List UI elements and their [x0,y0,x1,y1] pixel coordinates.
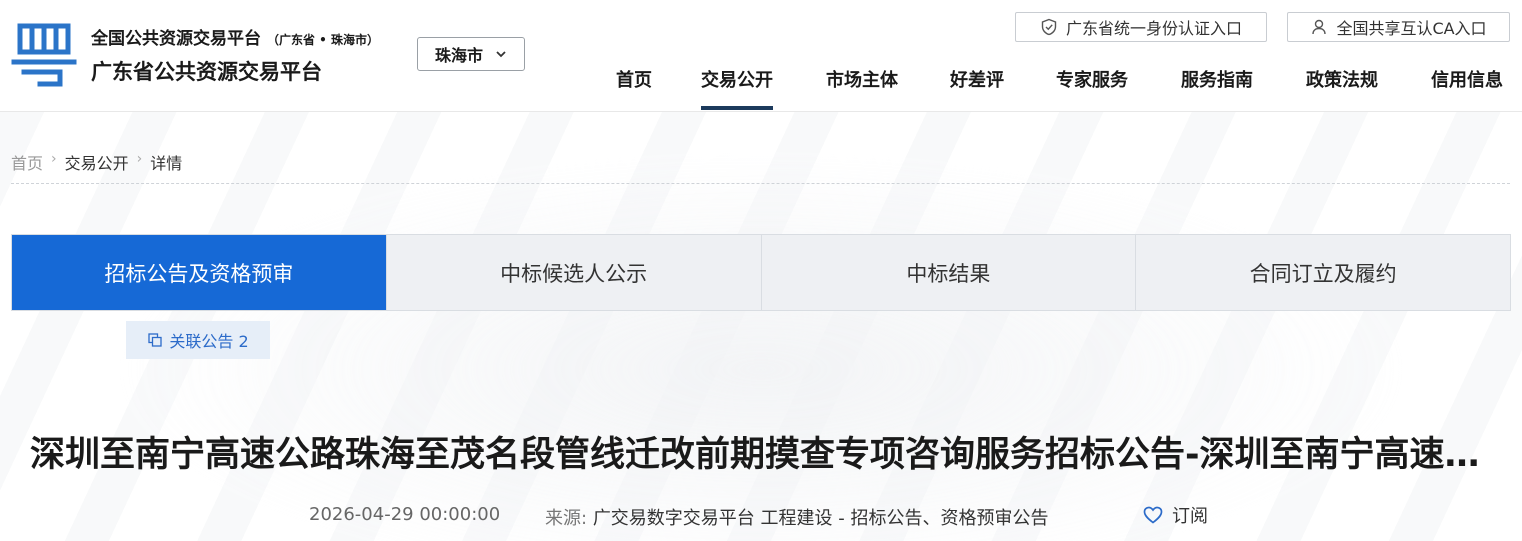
tab-candidate-notice[interactable]: 中标候选人公示 [386,235,762,310]
shield-icon [1041,18,1057,36]
chevron-right-icon: › [51,151,57,167]
related-notices-button[interactable]: 关联公告 2 [126,321,270,359]
tab-award-result[interactable]: 中标结果 [761,235,1137,310]
article-meta: 2026-04-29 00:00:00 来源: 广交易数字交易平台 工程建设 -… [0,502,1522,532]
source-label: 来源: [545,508,588,529]
nav-item-credit-info[interactable]: 信用信息 [1431,60,1503,110]
site-name-national[interactable]: 全国公共资源交易平台 （广东省 • 珠海市） [91,24,379,49]
breadcrumb-home[interactable]: 首页 [11,150,43,174]
nav-item-home[interactable]: 首页 [616,60,652,110]
ca-login-link[interactable]: 全国共享互认CA入口 [1287,12,1510,42]
article-title: 深圳至南宁高速公路珠海至茂名段管线迁改前期摸查专项咨询服务招标公告-深圳至南宁高… [30,435,1492,475]
site-name-national-text: 全国公共资源交易平台 [91,29,261,49]
publish-date: 2026-04-29 00:00:00 [309,504,501,525]
tab-tender-notice[interactable]: 招标公告及资格预审 [12,235,387,310]
nav-item-ratings[interactable]: 好差评 [950,60,1004,110]
source-value: 广交易数字交易平台 工程建设 - 招标公告、资格预审公告 [592,508,1049,529]
heart-icon [1143,506,1163,524]
nav-item-policies[interactable]: 政策法规 [1306,60,1378,110]
breadcrumb-trading[interactable]: 交易公开 [65,150,129,174]
nav-item-expert-services[interactable]: 专家服务 [1056,60,1128,110]
site-header: 全国公共资源交易平台 （广东省 • 珠海市） 广东省公共资源交易平台 珠海市 广东… [0,0,1522,112]
site-name-region: （广东省 • 珠海市） [267,33,380,47]
stage-tabs: 招标公告及资格预审 中标候选人公示 中标结果 合同订立及履约 [11,234,1511,311]
related-notices-label: 关联公告 2 [169,332,249,351]
tab-contract[interactable]: 合同订立及履约 [1136,235,1510,310]
subscribe-label: 订阅 [1172,506,1208,527]
nav-item-service-guide[interactable]: 服务指南 [1181,60,1253,110]
user-icon [1312,19,1327,35]
copy-icon [148,333,163,347]
nav-item-trading[interactable]: 交易公开 [701,60,773,110]
gd-identity-login-link[interactable]: 广东省统一身份认证入口 [1015,12,1267,42]
main-nav: 首页 交易公开 市场主体 好差评 专家服务 服务指南 政策法规 信用信息 [0,60,1522,112]
gd-identity-login-label: 广东省统一身份认证入口 [1065,19,1242,38]
chevron-right-icon: › [136,151,143,167]
nav-item-market-entities[interactable]: 市场主体 [826,60,898,110]
ca-login-label: 全国共享互认CA入口 [1336,19,1487,38]
breadcrumb-current: 详情 [150,154,183,173]
article-source: 来源: 广交易数字交易平台 工程建设 - 招标公告、资格预审公告 [545,504,1048,530]
chevron-down-icon [496,51,506,58]
subscribe-button[interactable]: 订阅 [1142,502,1208,528]
breadcrumb: 首页 › 交易公开 › 详情 [11,150,1510,184]
